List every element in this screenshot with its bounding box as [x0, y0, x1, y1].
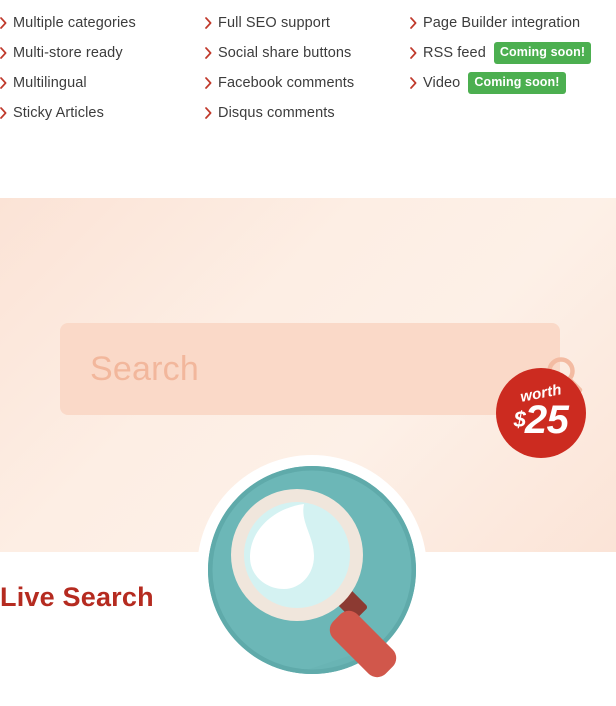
status-badge: Coming soon!	[493, 42, 592, 64]
chevron-right-icon	[0, 68, 13, 98]
feature-label: Multiple categories	[13, 14, 136, 31]
chevron-right-icon	[410, 8, 423, 38]
feature-item[interactable]: Multi-store ready	[0, 38, 205, 68]
status-badge: Coming soon!	[468, 72, 566, 94]
feature-label: Video	[423, 74, 461, 91]
feature-item[interactable]: Sticky Articles	[0, 98, 205, 128]
feature-label: RSS feed	[423, 44, 486, 61]
feature-item[interactable]: Full SEO support	[205, 8, 410, 38]
chevron-right-icon	[205, 38, 218, 68]
feature-item[interactable]: Video Coming soon!	[410, 68, 616, 98]
magnifying-glass-illustration	[196, 444, 428, 706]
feature-list: Multiple categories Multi-store ready Mu…	[0, 0, 616, 198]
feature-label: Page Builder integration	[423, 14, 581, 31]
chevron-right-icon	[0, 8, 13, 38]
feature-label: Multi-store ready	[13, 44, 123, 61]
feature-label: Sticky Articles	[13, 104, 104, 121]
chevron-right-icon	[0, 98, 13, 128]
feature-label: Full SEO support	[218, 14, 331, 31]
feature-column-3: Page Builder integration RSS feed Coming…	[410, 8, 616, 98]
feature-item[interactable]: Multiple categories	[0, 8, 205, 38]
worth-badge-value: 25	[524, 398, 569, 442]
feature-item[interactable]: Facebook comments	[205, 68, 410, 98]
feature-item[interactable]: Multilingual	[0, 68, 205, 98]
feature-label: Multilingual	[13, 74, 87, 91]
page-title: Live Search	[0, 582, 154, 612]
worth-badge: worth $25	[496, 368, 586, 458]
feature-item[interactable]: Disqus comments	[205, 98, 410, 128]
chevron-right-icon	[205, 8, 218, 38]
chevron-right-icon	[410, 38, 423, 68]
feature-label: Disqus comments	[218, 104, 335, 121]
chevron-right-icon	[205, 68, 218, 98]
feature-item[interactable]: Page Builder integration	[410, 8, 616, 38]
feature-item[interactable]: Social share buttons	[205, 38, 410, 68]
search-input[interactable]: Search	[60, 323, 560, 415]
feature-column-1: Multiple categories Multi-store ready Mu…	[0, 8, 205, 128]
feature-label: Facebook comments	[218, 74, 355, 91]
chevron-right-icon	[205, 98, 218, 128]
feature-column-2: Full SEO support Social share buttons Fa…	[205, 8, 410, 128]
search-placeholder: Search	[90, 349, 199, 388]
hero-banner: Search worth $25	[0, 198, 616, 685]
worth-badge-amount: $25	[496, 400, 586, 440]
chevron-right-icon	[0, 38, 13, 68]
chevron-right-icon	[410, 68, 423, 98]
feature-label: Social share buttons	[218, 44, 352, 61]
feature-item[interactable]: RSS feed Coming soon!	[410, 38, 616, 68]
